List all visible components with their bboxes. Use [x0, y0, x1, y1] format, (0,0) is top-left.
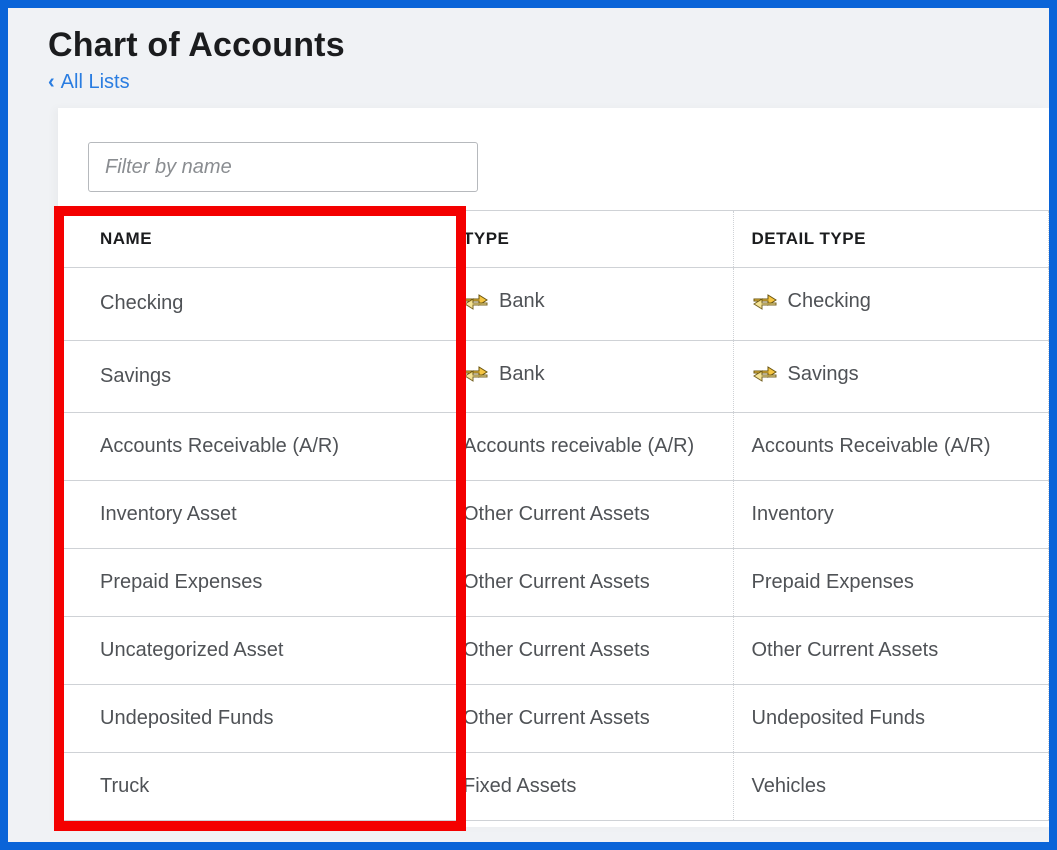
- account-detail-cell[interactable]: Vehicles: [733, 753, 1049, 821]
- account-type-label: Other Current Assets: [463, 571, 650, 594]
- account-name-label: Savings: [100, 365, 171, 387]
- account-detail-cell[interactable]: Accounts Receivable (A/R): [733, 413, 1049, 481]
- accounts-table: NAME TYPE DETAIL TYPE Checking Bank Chec…: [58, 210, 1049, 821]
- account-type-label: Other Current Assets: [463, 639, 650, 662]
- table-row[interactable]: Savings Bank Savings: [58, 340, 1049, 413]
- table-row[interactable]: Checking Bank Checking: [58, 268, 1049, 341]
- account-name-cell[interactable]: Uncategorized Asset: [58, 617, 453, 685]
- account-type-cell[interactable]: Other Current Assets: [453, 617, 733, 685]
- content-panel: NAME TYPE DETAIL TYPE Checking Bank Chec…: [58, 108, 1049, 827]
- account-name-label: Undeposited Funds: [100, 707, 273, 729]
- swap-arrows-icon: [752, 292, 778, 312]
- table-row[interactable]: Undeposited Funds Other Current Assets Und…: [58, 685, 1049, 753]
- chevron-left-icon: ‹: [48, 71, 55, 94]
- table-row[interactable]: Prepaid Expenses Other Current Assets Prep…: [58, 549, 1049, 617]
- account-name-cell[interactable]: Truck: [58, 753, 453, 821]
- account-detail-cell[interactable]: Prepaid Expenses: [733, 549, 1049, 617]
- account-detail-label: Inventory: [752, 503, 834, 526]
- account-name-label: Checking: [100, 292, 183, 314]
- account-name-label: Truck: [100, 775, 149, 797]
- col-name-header[interactable]: NAME: [58, 211, 453, 268]
- account-type-cell[interactable]: Bank: [453, 268, 733, 341]
- account-type-cell[interactable]: Other Current Assets: [453, 549, 733, 617]
- account-name-cell[interactable]: Prepaid Expenses: [58, 549, 453, 617]
- table-row[interactable]: Inventory Asset Other Current Assets Inven…: [58, 481, 1049, 549]
- table-row[interactable]: Truck Fixed Assets Vehicles: [58, 753, 1049, 821]
- breadcrumb-label: All Lists: [61, 71, 130, 94]
- account-detail-label: Savings: [788, 363, 859, 386]
- account-type-label: Other Current Assets: [463, 503, 650, 526]
- account-detail-label: Checking: [788, 290, 871, 313]
- table-row[interactable]: Uncategorized Asset Other Current Assets O…: [58, 617, 1049, 685]
- account-name-cell[interactable]: Savings: [58, 340, 453, 413]
- account-detail-label: Accounts Receivable (A/R): [752, 435, 991, 458]
- account-name-cell[interactable]: Undeposited Funds: [58, 685, 453, 753]
- account-type-cell[interactable]: Other Current Assets: [453, 481, 733, 549]
- account-name-cell[interactable]: Inventory Asset: [58, 481, 453, 549]
- table-row[interactable]: Accounts Receivable (A/R) Accounts receiv…: [58, 413, 1049, 481]
- account-name-cell[interactable]: Accounts Receivable (A/R): [58, 413, 453, 481]
- account-name-label: Inventory Asset: [100, 503, 237, 525]
- account-detail-label: Other Current Assets: [752, 639, 939, 662]
- swap-arrows-icon: [463, 364, 489, 384]
- col-detailtype-header[interactable]: DETAIL TYPE: [733, 211, 1049, 268]
- account-detail-label: Undeposited Funds: [752, 707, 925, 730]
- account-type-label: Other Current Assets: [463, 707, 650, 730]
- page-title: Chart of Accounts: [48, 26, 1049, 65]
- account-type-label: Accounts receivable (A/R): [463, 435, 694, 458]
- account-detail-cell[interactable]: Checking: [733, 268, 1049, 341]
- account-detail-cell[interactable]: Savings: [733, 340, 1049, 413]
- swap-arrows-icon: [752, 364, 778, 384]
- account-name-cell[interactable]: Checking: [58, 268, 453, 341]
- swap-arrows-icon: [463, 292, 489, 312]
- table-header-row: NAME TYPE DETAIL TYPE: [58, 211, 1049, 268]
- account-detail-label: Vehicles: [752, 775, 827, 798]
- account-name-label: Prepaid Expenses: [100, 571, 262, 593]
- account-type-label: Bank: [499, 290, 545, 313]
- account-detail-cell[interactable]: Inventory: [733, 481, 1049, 549]
- account-type-cell[interactable]: Other Current Assets: [453, 685, 733, 753]
- account-name-label: Accounts Receivable (A/R): [100, 435, 339, 457]
- account-type-cell[interactable]: Accounts receivable (A/R): [453, 413, 733, 481]
- account-detail-cell[interactable]: Undeposited Funds: [733, 685, 1049, 753]
- col-type-header[interactable]: TYPE: [453, 211, 733, 268]
- account-detail-cell[interactable]: Other Current Assets: [733, 617, 1049, 685]
- account-type-cell[interactable]: Fixed Assets: [453, 753, 733, 821]
- account-type-cell[interactable]: Bank: [453, 340, 733, 413]
- breadcrumb-all-lists[interactable]: ‹ All Lists: [48, 71, 130, 94]
- account-name-label: Uncategorized Asset: [100, 639, 283, 661]
- account-type-label: Bank: [499, 363, 545, 386]
- account-detail-label: Prepaid Expenses: [752, 571, 914, 594]
- account-type-label: Fixed Assets: [463, 775, 576, 798]
- filter-by-name-input[interactable]: [88, 142, 478, 192]
